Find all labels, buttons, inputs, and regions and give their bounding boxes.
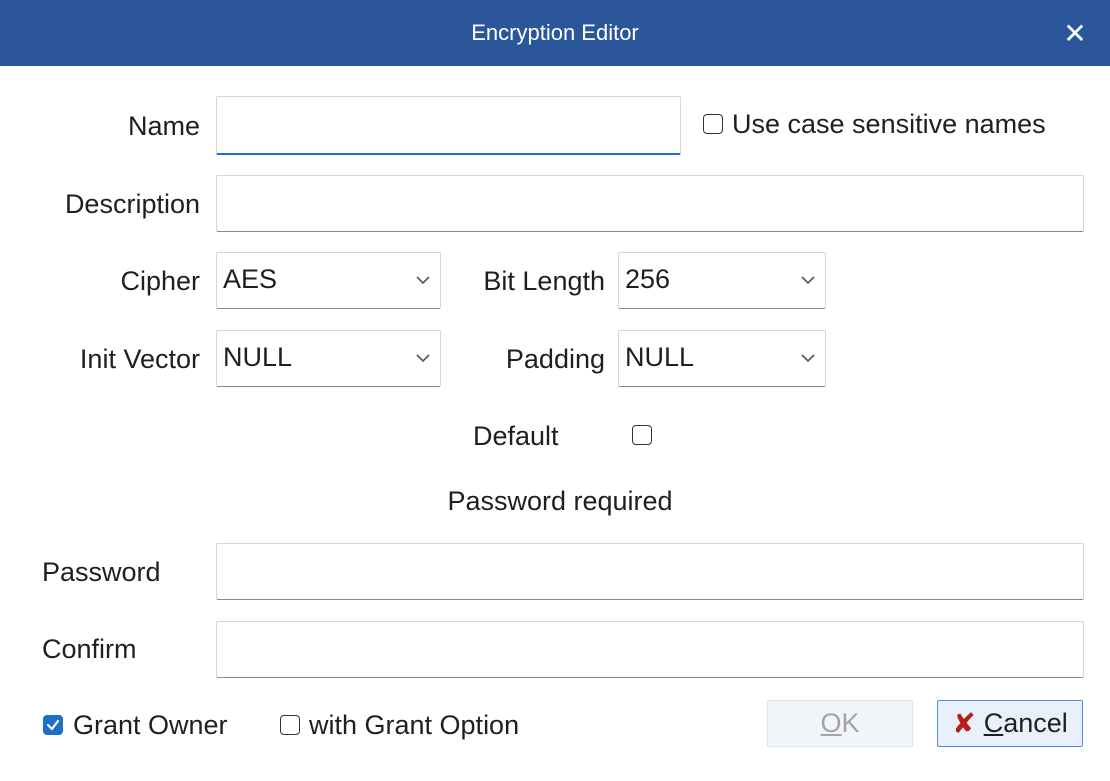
case-sensitive-checkbox[interactable] bbox=[703, 114, 723, 134]
x-mark-icon: ✘ bbox=[952, 708, 976, 739]
ok-button[interactable]: OK bbox=[767, 700, 913, 747]
init-vector-select[interactable]: NULL bbox=[216, 330, 441, 387]
cipher-label: Cipher bbox=[120, 266, 200, 296]
window-title: Encryption Editor bbox=[471, 20, 639, 45]
chevron-down-icon bbox=[801, 354, 815, 363]
ok-mnemonic: O bbox=[820, 708, 842, 738]
init-vector-label: Init Vector bbox=[79, 344, 200, 374]
ok-label-rest: K bbox=[841, 708, 860, 738]
cancel-label-rest: ancel bbox=[1003, 708, 1068, 738]
title-bar: Encryption Editor ✕ bbox=[0, 0, 1110, 66]
padding-select[interactable]: NULL bbox=[618, 330, 826, 387]
description-label: Description bbox=[64, 189, 200, 219]
close-icon: ✕ bbox=[1063, 17, 1087, 49]
name-input[interactable] bbox=[216, 96, 681, 155]
grant-option-checkbox[interactable] bbox=[280, 715, 300, 735]
default-checkbox[interactable] bbox=[632, 425, 652, 445]
confirm-input[interactable] bbox=[216, 621, 1084, 678]
cancel-button[interactable]: ✘ Cancel bbox=[937, 700, 1083, 747]
description-input[interactable] bbox=[216, 175, 1084, 232]
password-required-text: Password required bbox=[447, 486, 673, 516]
password-input[interactable] bbox=[216, 543, 1084, 600]
init-vector-value: NULL bbox=[223, 342, 293, 372]
bit-length-value: 256 bbox=[625, 264, 671, 294]
default-label: Default bbox=[473, 421, 559, 451]
padding-label: Padding bbox=[505, 344, 605, 374]
chevron-down-icon bbox=[801, 276, 815, 285]
grant-owner-label: Grant Owner bbox=[73, 710, 228, 740]
case-sensitive-label: Use case sensitive names bbox=[732, 109, 1046, 139]
grant-option-label: with Grant Option bbox=[309, 710, 520, 740]
cancel-mnemonic: C bbox=[983, 708, 1004, 738]
checkmark-icon bbox=[46, 719, 60, 731]
bit-length-label: Bit Length bbox=[483, 266, 605, 296]
grant-owner-checkbox[interactable] bbox=[43, 715, 63, 735]
bit-length-select[interactable]: 256 bbox=[618, 252, 826, 309]
cipher-value: AES bbox=[223, 264, 278, 294]
chevron-down-icon bbox=[416, 276, 430, 285]
close-button[interactable]: ✕ bbox=[1058, 16, 1092, 50]
password-label: Password bbox=[42, 557, 161, 587]
confirm-label: Confirm bbox=[42, 634, 137, 664]
cipher-select[interactable]: AES bbox=[216, 252, 441, 309]
name-label: Name bbox=[127, 111, 200, 141]
chevron-down-icon bbox=[416, 354, 430, 363]
padding-value: NULL bbox=[625, 342, 695, 372]
